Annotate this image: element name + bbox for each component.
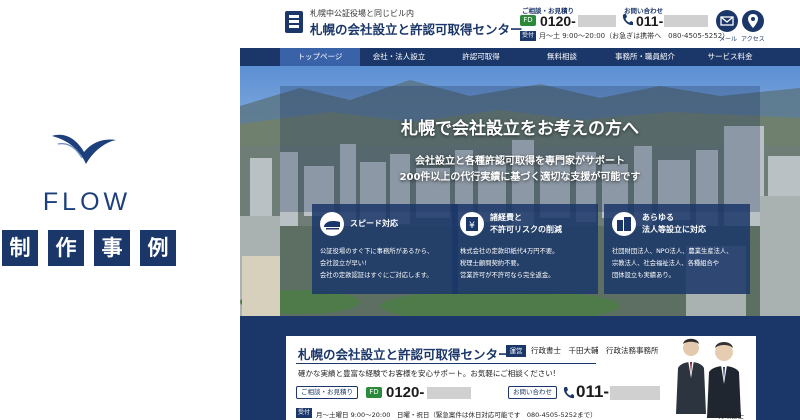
- feature-line: 会社の定款認証はすぐにご対応します。: [320, 272, 433, 279]
- feature-line: 営業許可が不許可なら完全返金。: [460, 272, 555, 279]
- map-pin-icon: [748, 14, 758, 28]
- access-label: アクセス: [741, 36, 765, 43]
- contact-card: 札幌の会社設立と許認可取得センター 運営 行政書士 千田大輔 行政法務事務所 確…: [286, 336, 756, 420]
- feature-title: 法人等設立に対応: [642, 225, 706, 234]
- feature-speed[interactable]: スピード対応 公証役場のすぐ下に事務所があるから、 会社設立が早い! 会社の定款…: [312, 204, 458, 294]
- brand-panel: FLOW 制 作 事 例: [0, 0, 238, 420]
- feature-title: スピード対応: [350, 219, 398, 228]
- logo-subtitle: 札幌中公証役場と同じビル内: [310, 9, 414, 18]
- feature-title: あらゆる: [642, 213, 674, 222]
- hours-badge: 受付: [520, 31, 536, 41]
- hero-subtitle-1: 会社設立と各種許認可取得を専門家がサポート: [415, 156, 625, 167]
- caption-char-3: 事: [94, 230, 130, 266]
- staff-photo: [707, 342, 741, 418]
- operator-badge: 運営: [506, 345, 526, 357]
- divider: [296, 363, 596, 364]
- contact-card-title: 札幌の会社設立と許認可取得センター: [298, 347, 511, 362]
- tel-number[interactable]: 011-: [576, 382, 609, 402]
- feature-line: 会社設立が早い!: [320, 260, 367, 267]
- mail-button[interactable]: [716, 10, 738, 32]
- phone-icon: [622, 14, 633, 26]
- caption-char-4: 例: [140, 230, 176, 266]
- free-dial-badge: FD: [366, 387, 382, 398]
- nav-item-pricing[interactable]: サービス料金: [690, 48, 770, 66]
- free-dial-number[interactable]: 0120-: [386, 384, 424, 401]
- nav-item-company[interactable]: 会社・法人設立: [360, 48, 438, 66]
- nav-item-top[interactable]: トップページ: [280, 48, 360, 66]
- masked-number: [664, 15, 708, 27]
- nav-item-consult[interactable]: 無料相談: [524, 48, 600, 66]
- business-hours: 月〜土曜日 9:00〜20:00 日曜・祝日（緊急案件は休日対応可能です 080…: [316, 411, 597, 419]
- feature-line: 公証役場のすぐ下に事務所があるから、: [320, 248, 434, 255]
- site-logo-icon[interactable]: [284, 10, 304, 34]
- staff-caption: 行政書士: [718, 412, 744, 420]
- hero-title: 札幌で会社設立をお考えの方へ: [401, 119, 639, 139]
- masked-number: [578, 15, 616, 27]
- building-icon: [612, 212, 636, 236]
- feature-title: 諸経費と: [490, 213, 522, 222]
- tel-number[interactable]: 011-: [636, 13, 663, 29]
- nav-item-office[interactable]: 事務所・職員紹介: [600, 48, 690, 66]
- free-dial-number[interactable]: 0120-: [540, 13, 576, 29]
- masked-number: [610, 386, 660, 400]
- staff-photo: [676, 338, 706, 414]
- masked-number: [427, 387, 471, 399]
- feature-line: 団体設立も実績あり。: [612, 272, 675, 279]
- phone-icon: [563, 387, 574, 399]
- bird-logo-icon: [52, 134, 116, 164]
- hero-subtitle-2: 200件以上の代行実績に基づく適切な支援が可能です: [399, 172, 641, 183]
- inquiry-pill: お問い合わせ: [508, 386, 557, 399]
- feature-line: 税理士顧問契約不要。: [460, 260, 523, 267]
- office-name: 行政書士 千田大輔 行政法務事務所: [531, 346, 659, 355]
- feature-line: 宗教法人、社会福祉法人、各種組合や: [612, 260, 720, 267]
- main-nav: トップページ 会社・法人設立 許認可取得 無料相談 事務所・職員紹介 サービス料…: [240, 48, 800, 66]
- site-header: 札幌中公証役場と同じビル内 札幌の会社設立と許認可取得センター ご相談・お見積り…: [240, 0, 800, 46]
- feature-cost[interactable]: ¥ 諸経費と 不許可リスクの削減 株式会社の定款印紙代4万円不要。 税理士顧問契…: [452, 204, 598, 294]
- free-dial-badge: FD: [520, 15, 536, 26]
- logo-title[interactable]: 札幌の会社設立と許認可取得センター: [310, 19, 523, 38]
- bullet-train-icon: [320, 212, 344, 236]
- caption-char-1: 制: [2, 230, 38, 266]
- mail-icon: [720, 16, 734, 26]
- hero-overlay: [280, 86, 760, 212]
- feature-line: 株式会社の定款印紙代4万円不要。: [460, 248, 559, 255]
- consult-pill: ご相談・お見積り: [296, 386, 358, 399]
- hero-section: 札幌で会社設立をお考えの方へ 会社設立と各種許認可取得を専門家がサポート 200…: [240, 66, 800, 316]
- svg-text:¥: ¥: [469, 221, 475, 231]
- hours-badge: 受付: [296, 408, 312, 418]
- feature-title: 不許可リスクの削減: [490, 225, 562, 234]
- caption-char-2: 作: [48, 230, 84, 266]
- feature-line: 社団財団法人、NPO法人、農業生産法人、: [612, 248, 733, 255]
- yen-icon: ¥: [460, 212, 484, 236]
- mail-label: メール: [719, 36, 738, 43]
- feature-corporation[interactable]: あらゆる 法人等設立に対応 社団財団法人、NPO法人、農業生産法人、 宗教法人、…: [604, 204, 750, 294]
- access-button[interactable]: [742, 10, 764, 32]
- website-screenshot: 札幌中公証役場と同じビル内 札幌の会社設立と許認可取得センター ご相談・お見積り…: [240, 0, 800, 420]
- business-hours: 月〜土 9:00〜20:00（お急ぎは携帯へ 080-4505-5252）: [539, 32, 730, 40]
- brand-name: FLOW: [42, 188, 132, 216]
- contact-card-description: 確かな実績と豊富な経験でお客様を安心サポート。お気軽にご相談ください!: [298, 369, 556, 378]
- nav-item-license[interactable]: 許認可取得: [438, 48, 524, 66]
